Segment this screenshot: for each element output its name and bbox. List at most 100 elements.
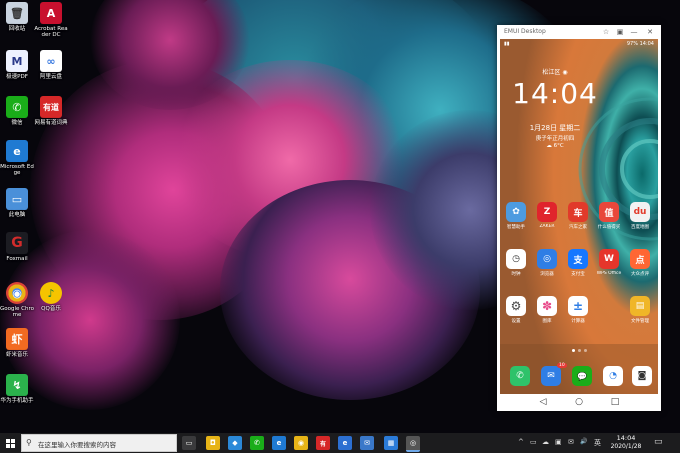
desktop-icon-label: Foxmail xyxy=(6,256,28,262)
desktop-icon-huawei-assistant[interactable]: ↯ 华为手机助手 xyxy=(0,374,34,404)
tray-ime-icon[interactable]: 英 xyxy=(594,438,601,448)
app-browser[interactable]: ◎ 浏览器 xyxy=(531,249,563,277)
start-button[interactable] xyxy=(0,433,20,453)
taskbar-edge-2[interactable]: e xyxy=(338,436,352,450)
app-autohome[interactable]: 车 汽车之家 xyxy=(562,202,594,230)
status-right-text: 97% 14:04 xyxy=(626,41,654,47)
taskbar-edge[interactable]: e xyxy=(272,436,286,450)
dock-phone[interactable]: ✆ xyxy=(504,366,536,386)
desktop-icon-label: 极速PDF xyxy=(6,74,28,80)
app-label: 大众点评 xyxy=(631,272,649,277)
tray-volume-icon[interactable]: 🔊 xyxy=(580,438,587,445)
zaker-icon: Z xyxy=(537,202,557,222)
desktop-icon-chrome[interactable]: ◉ Google Chrome xyxy=(0,282,34,318)
app-file-manager[interactable]: ▤ 文件管理 xyxy=(624,296,656,324)
taskbar-chrome[interactable]: ◉ xyxy=(294,436,308,450)
app-smart-assistant[interactable]: ✿ 智慧助手 xyxy=(500,202,532,230)
app-gallery[interactable]: ✽ 图库 xyxy=(531,296,563,324)
desktop-icon-label: QQ音乐 xyxy=(41,306,61,312)
window-title: EMUI Desktop xyxy=(504,28,546,35)
acrobat-icon: A xyxy=(40,2,62,24)
wechat-icon: ✆ xyxy=(6,96,28,118)
dianping-icon: 点 xyxy=(630,249,650,269)
app-label: 什么值得买 xyxy=(597,225,621,230)
tray-icon-1[interactable]: ▭ xyxy=(530,438,537,446)
lockscreen-clock: 14:04 xyxy=(512,77,598,110)
signal-icon: ▮▮ xyxy=(504,41,510,47)
app-smzdm[interactable]: 值 什么值得买 xyxy=(593,202,625,230)
location-text: 松江区 xyxy=(542,69,561,76)
dock-camera[interactable]: ◙ xyxy=(626,366,658,386)
app-label: 百度地图 xyxy=(631,225,649,230)
taskbar-search-box[interactable]: ⚲ 在这里输入你要搜索的内容 xyxy=(21,434,177,452)
tray-mail-icon[interactable]: ✉ xyxy=(568,438,574,446)
desktop-icon-edge[interactable]: e Microsoft Edge xyxy=(0,140,34,176)
taskbar-wechat[interactable]: ✆ xyxy=(250,436,264,450)
app-zaker[interactable]: Z ZAKER xyxy=(531,202,563,229)
app-dianping[interactable]: 点 大众点评 xyxy=(624,249,656,277)
desktop-icon-acrobat[interactable]: A Acrobat Reader DC xyxy=(34,2,68,38)
minimize-button[interactable]: — xyxy=(629,27,639,37)
desktop-icon-pdf[interactable]: M 极速PDF xyxy=(0,50,34,80)
home-icon[interactable]: ○ xyxy=(573,397,585,407)
window-titlebar[interactable]: EMUI Desktop ☆ ▣ — ✕ xyxy=(497,25,661,39)
page-dot xyxy=(584,349,587,352)
taskbar-mail[interactable]: ✉ xyxy=(360,436,374,450)
back-icon[interactable]: ◁ xyxy=(537,397,549,407)
phone-icon: ✆ xyxy=(510,366,530,386)
app-baidu-map[interactable]: du 百度地图 xyxy=(624,202,656,230)
lunar-date-label: 庚子年正月初四 xyxy=(535,136,575,142)
app-settings[interactable]: ⚙ 设置 xyxy=(500,296,532,324)
search-placeholder: 在这里输入你要搜索的内容 xyxy=(38,441,116,449)
page-dot xyxy=(578,349,581,352)
phone-nav-bar: ◁ ○ □ xyxy=(497,394,661,411)
app-alipay[interactable]: 支 支付宝 xyxy=(562,249,594,277)
desktop-icon-label: Microsoft Edge xyxy=(0,164,34,176)
phone-dock: ✆ ✉ 10 💬 ◔ ◙ xyxy=(500,359,658,394)
app-label: 支付宝 xyxy=(571,272,585,277)
messages-icon: ✉ xyxy=(541,366,561,386)
settings-icon: ⚙ xyxy=(506,296,526,316)
taskbar-task-view[interactable]: ▭ xyxy=(182,436,196,450)
taskbar-clock[interactable]: 14:04 2020/1/28 xyxy=(604,434,648,451)
tray-expand-icon[interactable]: ^ xyxy=(518,438,524,446)
edge-icon: e xyxy=(6,140,28,162)
taskbar-emui-desktop[interactable]: ◎ xyxy=(406,436,420,452)
app-label: 文件管理 xyxy=(631,319,649,324)
tray-icon-3[interactable]: ▣ xyxy=(555,438,562,446)
foxmail-icon: G xyxy=(6,232,28,254)
app-calculator[interactable]: ± 计算器 xyxy=(562,296,594,324)
location-pin-icon: ◉ xyxy=(562,69,568,76)
page-dot xyxy=(572,349,575,352)
desktop-icon-foxmail[interactable]: G Foxmail xyxy=(0,232,34,262)
taskbar-store[interactable]: ▦ xyxy=(384,436,398,450)
phone-screen[interactable]: 97% 14:04 ▮▮ 松江区 ◉ 14:04 1月28日 星期二 庚子年正月… xyxy=(500,39,658,394)
desktop-icon-recycle-bin[interactable]: 🗑 回收站 xyxy=(0,2,34,32)
this-pc-icon: ▭ xyxy=(6,188,28,210)
desktop-icon-xiami[interactable]: 虾 虾米音乐 xyxy=(0,328,34,358)
dock-browser[interactable]: ◔ xyxy=(597,366,629,386)
dock-wechat[interactable]: 💬 xyxy=(566,366,598,386)
desktop-icon-youdao[interactable]: 有道 网易有道词典 xyxy=(34,96,68,126)
taskbar-app-2[interactable]: ◆ xyxy=(228,436,242,450)
pin-button[interactable]: ☆ xyxy=(601,27,611,37)
desktop-icon-qq-music[interactable]: ♪ QQ音乐 xyxy=(34,282,68,312)
desktop-icon-this-pc[interactable]: ▭ 此电脑 xyxy=(0,188,34,218)
notification-icon[interactable]: ▭ xyxy=(654,437,663,447)
app-wps-office[interactable]: W WPS Office xyxy=(593,249,625,276)
emui-desktop-window[interactable]: EMUI Desktop ☆ ▣ — ✕ 97% 14:04 ▮▮ 松江区 ◉ … xyxy=(497,25,661,411)
phone-status-bar: 97% 14:04 ▮▮ xyxy=(500,39,658,49)
close-button[interactable]: ✕ xyxy=(645,27,655,37)
recents-icon[interactable]: □ xyxy=(609,397,621,407)
tray-cloud-icon[interactable]: ☁ xyxy=(542,438,549,446)
desktop-icon-wechat[interactable]: ✆ 微信 xyxy=(0,96,34,126)
taskbar-file-explorer[interactable]: ◘ xyxy=(206,436,220,450)
page-indicator xyxy=(570,349,588,353)
browser-icon: ◔ xyxy=(603,366,623,386)
calculator-icon: ± xyxy=(568,296,588,316)
taskbar-youdao[interactable]: 有 xyxy=(316,436,330,450)
dock-messages[interactable]: ✉ 10 xyxy=(535,363,567,386)
fullscreen-button[interactable]: ▣ xyxy=(615,27,625,37)
app-clock[interactable]: ◷ 时钟 xyxy=(500,249,532,277)
desktop-icon-cloud-drive[interactable]: ∞ 阿里云盘 xyxy=(34,50,68,80)
